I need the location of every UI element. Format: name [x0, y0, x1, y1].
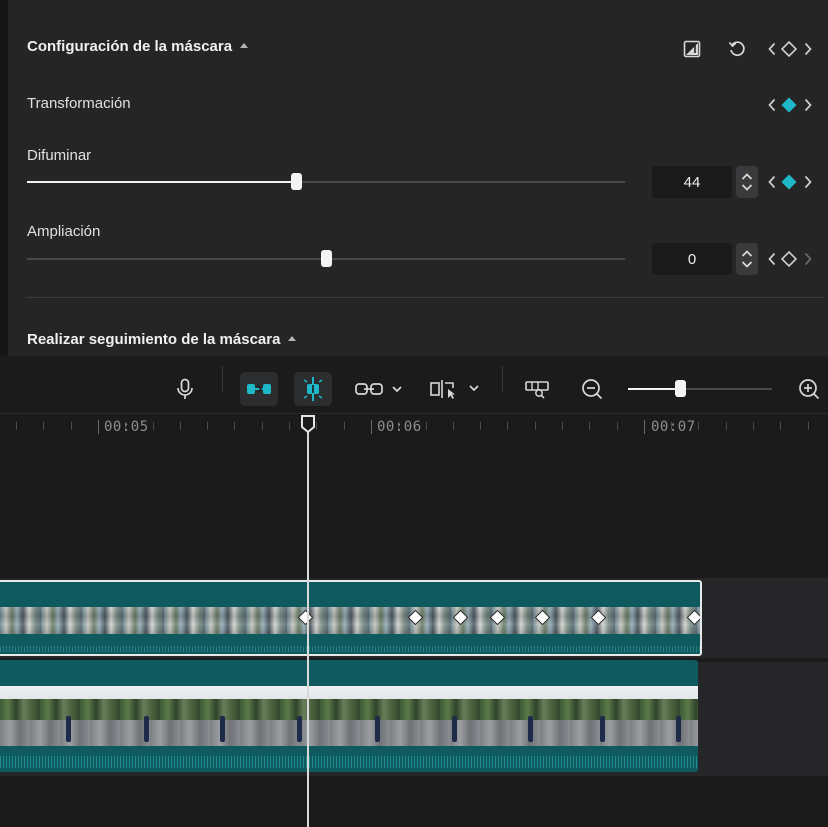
section-divider — [26, 297, 824, 298]
ruler-tick — [698, 422, 699, 430]
ruler-tick — [426, 422, 427, 430]
ruler-tick — [153, 422, 154, 430]
ruler-tick — [16, 422, 17, 430]
collapse-caret-icon — [288, 335, 297, 341]
thumbnail-subject — [220, 716, 225, 742]
split-marker-icon[interactable] — [294, 372, 332, 406]
zoom-slider-fill — [628, 388, 680, 390]
mask-settings-title: Configuración de la máscara — [27, 38, 233, 55]
ruler-tick — [535, 422, 536, 430]
ruler-tick — [753, 422, 754, 430]
clip-waveform — [0, 756, 698, 768]
ruler-tick — [562, 422, 563, 430]
ruler-major-tick — [371, 420, 372, 434]
thumbnail-subject — [66, 716, 71, 742]
ruler-tick — [234, 422, 235, 430]
chevron-right-icon[interactable] — [802, 171, 814, 193]
keyframe-active-icon[interactable] — [779, 171, 799, 193]
clip-waveform — [0, 646, 700, 652]
expand-slider-handle[interactable] — [321, 250, 332, 267]
ruler-major-tick — [644, 420, 645, 434]
panel-left-edge — [0, 0, 8, 356]
collapse-caret-icon — [240, 42, 249, 48]
playhead[interactable] — [307, 430, 309, 827]
preview-axis-icon[interactable] — [426, 372, 482, 406]
stepper-arrows-icon — [741, 250, 753, 268]
timecode-label: 00:06 — [377, 419, 422, 435]
mask-settings-panel: Configuración de la máscara Transformaci… — [8, 0, 828, 356]
ruler-tick — [262, 422, 263, 430]
timecode-label: 00:07 — [651, 419, 696, 435]
expand-label: Ampliación — [27, 223, 101, 240]
timeline-ruler[interactable]: 00:05 00:06 00:07 — [0, 414, 828, 442]
ruler-tick — [43, 422, 44, 430]
ruler-tick — [316, 422, 317, 430]
blur-slider-fill — [27, 181, 297, 183]
mask-tracking-title: Realizar seguimiento de la máscara — [27, 331, 281, 348]
keyframe-diamond-icon[interactable] — [779, 38, 799, 60]
expand-stepper[interactable] — [736, 243, 758, 275]
ruler-tick — [289, 422, 290, 430]
keyframe-diamond-icon[interactable] — [779, 248, 799, 270]
mic-icon[interactable] — [170, 372, 200, 406]
reset-icon[interactable] — [726, 38, 748, 60]
link-icon[interactable] — [350, 372, 406, 406]
chevron-left-icon[interactable] — [766, 171, 778, 193]
ruler-tick — [207, 422, 208, 430]
ruler-tick — [589, 422, 590, 430]
timecode-label: 00:05 — [104, 419, 149, 435]
ruler-tick — [180, 422, 181, 430]
playhead-handle[interactable] — [300, 414, 316, 434]
thumbnail-subject — [144, 716, 149, 742]
zoom-out-icon[interactable] — [576, 372, 608, 406]
thumbnail-subject — [528, 716, 533, 742]
ruler-tick — [453, 422, 454, 430]
ruler-tick — [344, 422, 345, 430]
invert-mask-icon[interactable] — [681, 38, 703, 60]
ruler-tick — [617, 422, 618, 430]
stepper-arrows-icon — [741, 173, 753, 191]
keyframe-active-icon[interactable] — [779, 94, 799, 116]
mask-settings-header[interactable]: Configuración de la máscara — [27, 38, 249, 55]
chevron-left-icon[interactable] — [766, 248, 778, 270]
main-video-clip[interactable] — [0, 660, 698, 772]
ruler-tick — [780, 422, 781, 430]
chevron-right-icon[interactable] — [802, 38, 814, 60]
toolbar-separator — [222, 366, 223, 392]
ruler-tick — [726, 422, 727, 430]
zoom-slider-handle[interactable] — [674, 380, 686, 397]
clip-thumbnails-ground — [0, 720, 698, 746]
blur-slider-handle[interactable] — [291, 173, 303, 190]
ruler-tick — [808, 422, 809, 430]
ruler-major-tick — [98, 420, 99, 434]
thumbnail-subject — [676, 716, 681, 742]
mask-tracking-header[interactable]: Realizar seguimiento de la máscara — [27, 331, 297, 348]
thumbnail-subject — [297, 716, 302, 742]
blur-stepper[interactable] — [736, 166, 758, 198]
zoom-in-icon[interactable] — [793, 372, 825, 406]
transform-label: Transformación — [27, 95, 131, 112]
auto-snap-icon[interactable] — [240, 372, 278, 406]
timeline-toolbar — [0, 364, 828, 414]
chevron-left-icon[interactable] — [766, 38, 778, 60]
blur-label: Difuminar — [27, 147, 92, 164]
chevron-right-icon[interactable] — [802, 94, 814, 116]
overlay-video-clip[interactable] — [0, 580, 702, 656]
ruler-tick — [507, 422, 508, 430]
blur-value-input[interactable]: 44 — [652, 166, 732, 198]
expand-value-input[interactable]: 0 — [652, 243, 732, 275]
chevron-right-icon[interactable] — [802, 248, 814, 270]
thumbnail-subject — [452, 716, 457, 742]
ruler-tick — [480, 422, 481, 430]
thumbnail-subject — [600, 716, 605, 742]
thumbnail-subject — [375, 716, 380, 742]
chevron-left-icon[interactable] — [766, 94, 778, 116]
toolbar-separator — [502, 366, 503, 392]
ruler-tick — [71, 422, 72, 430]
thumbnail-icon[interactable] — [520, 372, 554, 406]
